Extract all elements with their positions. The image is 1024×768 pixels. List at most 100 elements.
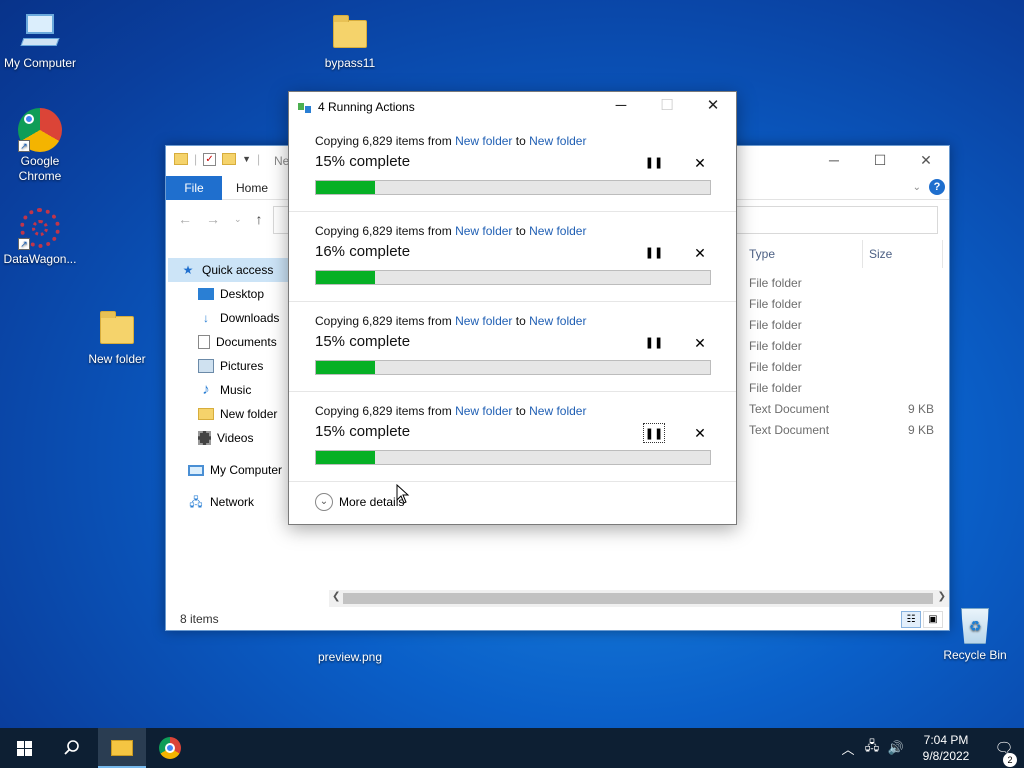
properties-icon[interactable]: ✓: [203, 152, 217, 166]
nav-item-quick-access[interactable]: ★ Quick access: [168, 258, 289, 282]
dropdown-icon[interactable]: ▼: [242, 154, 251, 164]
table-row[interactable]: File folder: [741, 377, 946, 398]
column-header-type[interactable]: Type: [741, 239, 863, 268]
cancel-button[interactable]: ✕: [689, 423, 711, 443]
pause-icon: ❚❚: [644, 337, 664, 349]
action-description: Copying 6,829 items from New folder to N…: [315, 134, 586, 148]
cancel-button[interactable]: ✕: [689, 243, 711, 263]
minimize-button[interactable]: ─: [811, 146, 857, 176]
cancel-button[interactable]: ✕: [689, 333, 711, 353]
pause-button[interactable]: ❚❚: [643, 423, 665, 443]
destination-folder-link[interactable]: New folder: [529, 314, 586, 328]
recent-locations-icon[interactable]: ⌄: [234, 214, 242, 227]
destination-folder-link[interactable]: New folder: [529, 224, 586, 238]
pause-button[interactable]: ❚❚: [643, 333, 665, 353]
tab-file[interactable]: File: [166, 175, 222, 200]
nav-item-pictures[interactable]: Pictures: [166, 354, 289, 378]
desktop-icon-new-folder[interactable]: New folder: [77, 306, 157, 367]
action-center-button[interactable]: 🗨 2: [984, 739, 1024, 767]
close-button[interactable]: ✕: [903, 146, 949, 176]
column-header-size[interactable]: Size: [863, 239, 943, 268]
progress-fill: [316, 271, 376, 284]
percent-complete: 15% complete: [315, 153, 411, 170]
nav-item-desktop[interactable]: Desktop: [166, 282, 289, 306]
action-prefix: Copying 6,829 items from: [315, 134, 456, 148]
progress-fill: [316, 451, 376, 464]
dialog-titlebar[interactable]: 4 Running Actions ─ ☐ ✕: [289, 92, 736, 122]
close-icon: ✕: [694, 155, 706, 171]
help-icon[interactable]: ?: [929, 179, 945, 195]
search-button[interactable]: [48, 728, 96, 768]
progress-bar: [315, 450, 711, 465]
desktop-icon-preview-png[interactable]: preview.png: [310, 632, 390, 665]
action-prefix: Copying 6,829 items from: [315, 314, 456, 328]
up-arrow-icon[interactable]: ↑: [256, 211, 263, 227]
running-actions-dialog: 4 Running Actions ─ ☐ ✕ Copying 6,829 it…: [288, 91, 737, 525]
table-row[interactable]: Text Document 9 KB: [741, 419, 946, 440]
horizontal-scrollbar[interactable]: ❮ ❯: [329, 590, 949, 607]
column-headers: Type Size: [741, 239, 946, 268]
action-mid: to: [512, 314, 530, 328]
nav-item-new-folder[interactable]: New folder: [166, 402, 289, 426]
desktop-icon-google-chrome[interactable]: ↗ Google Chrome: [0, 108, 80, 184]
table-row[interactable]: Text Document 9 KB: [741, 398, 946, 419]
pause-button[interactable]: ❚❚: [643, 153, 665, 173]
nav-item-my-computer[interactable]: My Computer: [166, 458, 289, 482]
desktop-icon-bypass11[interactable]: bypass11: [310, 10, 390, 71]
network-icon[interactable]: 🖧: [860, 737, 884, 759]
table-row[interactable]: File folder: [741, 356, 946, 377]
pause-icon: ❚❚: [644, 247, 664, 259]
source-folder-link[interactable]: New folder: [455, 404, 512, 418]
folder-icon: [198, 408, 214, 420]
table-row[interactable]: File folder: [741, 272, 946, 293]
large-icons-view-button[interactable]: ▣: [923, 611, 943, 628]
source-folder-link[interactable]: New folder: [455, 224, 512, 238]
volume-icon[interactable]: 🔊: [884, 740, 908, 756]
new-folder-icon[interactable]: [222, 153, 237, 165]
desktop-icon-my-computer[interactable]: My Computer: [0, 10, 80, 71]
tab-home[interactable]: Home: [222, 181, 282, 195]
desktop-icon-datawagon[interactable]: ↗ DataWagon...: [0, 206, 80, 267]
folder-icon[interactable]: [174, 153, 188, 165]
chrome-icon: ↗: [18, 108, 62, 152]
clock[interactable]: 7:04 PM 9/8/2022: [908, 732, 984, 764]
source-folder-link[interactable]: New folder: [455, 134, 512, 148]
forward-arrow-icon[interactable]: →: [206, 211, 220, 227]
row-type: File folder: [749, 317, 802, 332]
nav-item-label: Music: [220, 383, 252, 397]
table-row[interactable]: File folder: [741, 314, 946, 335]
taskbar-chrome[interactable]: [146, 728, 194, 768]
destination-folder-link[interactable]: New folder: [529, 134, 586, 148]
more-details-button[interactable]: ⌄ More details: [315, 493, 404, 511]
chevron-down-icon: ⌄: [315, 493, 333, 511]
nav-item-downloads[interactable]: ↓ Downloads: [166, 306, 289, 330]
nav-item-documents[interactable]: Documents: [166, 330, 289, 354]
desktop-icon-label: bypass11: [324, 56, 376, 70]
show-hidden-icons-chevron-icon[interactable]: ︿: [836, 739, 860, 758]
scrollbar-thumb[interactable]: [343, 593, 933, 604]
taskbar-file-explorer[interactable]: [98, 728, 146, 768]
table-row[interactable]: File folder: [741, 293, 946, 314]
table-row[interactable]: File folder: [741, 335, 946, 356]
nav-item-music[interactable]: ♪ Music: [166, 378, 289, 402]
close-button[interactable]: ✕: [690, 92, 736, 122]
recycle-bin-icon: ♻: [953, 602, 997, 646]
nav-item-videos[interactable]: Videos: [166, 426, 289, 450]
pause-button[interactable]: ❚❚: [643, 243, 665, 263]
clock-date: 9/8/2022: [922, 749, 970, 763]
details-view-button[interactable]: ☷: [901, 611, 921, 628]
nav-item-label: Network: [210, 495, 255, 509]
back-arrow-icon[interactable]: ←: [178, 211, 192, 227]
expand-ribbon-icon[interactable]: ⌄: [913, 182, 921, 193]
minimize-button[interactable]: ─: [598, 92, 644, 122]
start-button[interactable]: [0, 728, 48, 768]
nav-item-network[interactable]: 🖧 Network: [166, 490, 289, 514]
maximize-button[interactable]: ☐: [857, 146, 903, 176]
scroll-right-icon[interactable]: ❯: [938, 591, 946, 602]
destination-folder-link[interactable]: New folder: [529, 404, 586, 418]
folder-icon: [95, 306, 139, 350]
source-folder-link[interactable]: New folder: [455, 314, 512, 328]
file-explorer-icon: [111, 740, 133, 756]
scroll-left-icon[interactable]: ❮: [332, 591, 340, 602]
cancel-button[interactable]: ✕: [689, 153, 711, 173]
